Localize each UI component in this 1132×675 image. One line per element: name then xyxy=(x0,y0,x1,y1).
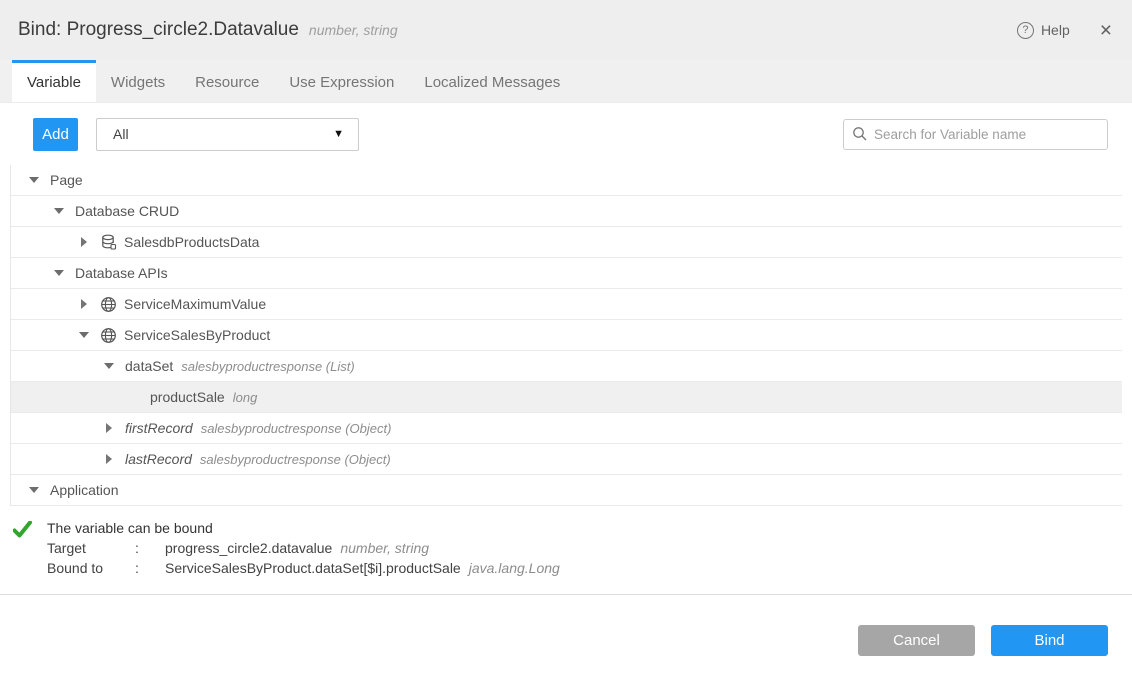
tab-resource[interactable]: Resource xyxy=(180,60,274,102)
status-row-target: Target:progress_circle2.datavalue number,… xyxy=(47,538,1132,558)
chevron-down-icon[interactable] xyxy=(27,177,41,183)
tree-node-type: salesbyproductresponse (List) xyxy=(181,359,354,374)
dialog-header: Bind: Progress_circle2.Datavalue number,… xyxy=(0,0,1132,60)
chevron-right-icon[interactable] xyxy=(102,454,116,464)
cancel-button[interactable]: Cancel xyxy=(858,625,975,656)
chevron-right-icon[interactable] xyxy=(77,299,91,309)
search-box xyxy=(843,119,1108,150)
tree-node-label: productSale xyxy=(150,389,225,405)
chevron-down-icon[interactable] xyxy=(102,363,116,369)
tree-node-label: Database CRUD xyxy=(75,203,179,219)
status-row-value: progress_circle2.datavalue xyxy=(165,538,332,558)
status-row-type: java.lang.Long xyxy=(469,558,560,578)
help-button[interactable]: ? Help xyxy=(1017,22,1070,39)
status-row-separator: : xyxy=(135,538,165,558)
tree-node-label: Page xyxy=(50,172,83,188)
tree-row-database-apis[interactable]: Database APIs xyxy=(11,258,1122,289)
tree-node-label: lastRecord xyxy=(125,451,192,467)
status-row-separator: : xyxy=(135,558,165,578)
header-actions: ? Help × xyxy=(1017,20,1112,41)
tree-row-dataset[interactable]: dataSet salesbyproductresponse (List) xyxy=(11,351,1122,382)
dropdown-caret-icon: ▼ xyxy=(333,128,344,140)
status-row-bound-to: Bound to:ServiceSalesByProduct.dataSet[$… xyxy=(47,558,1132,578)
variable-tree: Page Database CRUD SalesdbProductsData Data… xyxy=(10,165,1122,506)
database-icon xyxy=(100,234,117,251)
chevron-down-icon[interactable] xyxy=(77,332,91,338)
success-check-icon xyxy=(13,521,32,538)
tree-row-servicesalesbyproduct[interactable]: ServiceSalesByProduct xyxy=(11,320,1122,351)
tree-node-type: salesbyproductresponse (Object) xyxy=(201,421,392,436)
add-button[interactable]: Add xyxy=(33,118,78,151)
status-row-label: Bound to xyxy=(47,558,135,578)
search-icon xyxy=(852,126,868,142)
help-icon: ? xyxy=(1017,22,1034,39)
bind-button[interactable]: Bind xyxy=(991,625,1108,656)
status-message: The variable can be bound xyxy=(47,518,1132,538)
tree-row-servicemaximumvalue[interactable]: ServiceMaximumValue xyxy=(11,289,1122,320)
tree-row-lastrecord[interactable]: lastRecord salesbyproductresponse (Object… xyxy=(11,444,1122,475)
help-label: Help xyxy=(1041,22,1070,38)
status-row-value: ServiceSalesByProduct.dataSet[$i].produc… xyxy=(165,558,461,578)
status-row-label: Target xyxy=(47,538,135,558)
dialog-title-type: number, string xyxy=(309,22,398,38)
variable-filter-select[interactable]: All ▼ xyxy=(96,118,359,151)
close-icon[interactable]: × xyxy=(1100,20,1112,41)
tree-node-label: ServiceMaximumValue xyxy=(124,296,266,312)
chevron-right-icon[interactable] xyxy=(102,423,116,433)
tree-node-label: Application xyxy=(50,482,119,498)
tab-variable[interactable]: Variable xyxy=(12,60,96,102)
bind-status: The variable can be bound Target:progres… xyxy=(0,518,1132,584)
tree-row-page[interactable]: Page xyxy=(11,165,1122,196)
tree-row-firstrecord[interactable]: firstRecord salesbyproductresponse (Objec… xyxy=(11,413,1122,444)
status-row-type: number, string xyxy=(340,538,429,558)
tab-bar: VariableWidgetsResourceUse ExpressionLoc… xyxy=(0,60,1132,103)
tree-node-type: salesbyproductresponse (Object) xyxy=(200,452,391,467)
tree-node-label: firstRecord xyxy=(125,420,193,436)
chevron-down-icon[interactable] xyxy=(52,208,66,214)
search-input[interactable] xyxy=(843,119,1108,150)
chevron-right-icon[interactable] xyxy=(77,237,91,247)
chevron-down-icon[interactable] xyxy=(27,487,41,493)
tree-node-label: SalesdbProductsData xyxy=(124,234,259,250)
dialog-footer: Cancel Bind xyxy=(0,595,1132,656)
web-service-icon xyxy=(100,296,117,313)
tree-row-salesdbproductsdata[interactable]: SalesdbProductsData xyxy=(11,227,1122,258)
filter-selected-value: All xyxy=(113,126,129,142)
tree-node-type: long xyxy=(233,390,258,405)
dialog-title: Bind: Progress_circle2.Datavalue xyxy=(18,19,299,41)
tab-widgets[interactable]: Widgets xyxy=(96,60,180,102)
web-service-icon xyxy=(100,327,117,344)
tree-row-productsale[interactable]: productSale long xyxy=(11,382,1122,413)
tree-row-database-crud[interactable]: Database CRUD xyxy=(11,196,1122,227)
tab-use-expression[interactable]: Use Expression xyxy=(274,60,409,102)
tree-node-label: dataSet xyxy=(125,358,173,374)
bind-dialog: Bind: Progress_circle2.Datavalue number,… xyxy=(0,0,1132,675)
chevron-down-icon[interactable] xyxy=(52,270,66,276)
tree-node-label: ServiceSalesByProduct xyxy=(124,327,270,343)
tab-localized-messages[interactable]: Localized Messages xyxy=(409,60,575,102)
tree-row-application[interactable]: Application xyxy=(11,475,1122,506)
tree-node-label: Database APIs xyxy=(75,265,168,281)
status-detail-rows: Target:progress_circle2.datavalue number,… xyxy=(47,538,1132,578)
toolbar: Add All ▼ xyxy=(0,103,1132,165)
